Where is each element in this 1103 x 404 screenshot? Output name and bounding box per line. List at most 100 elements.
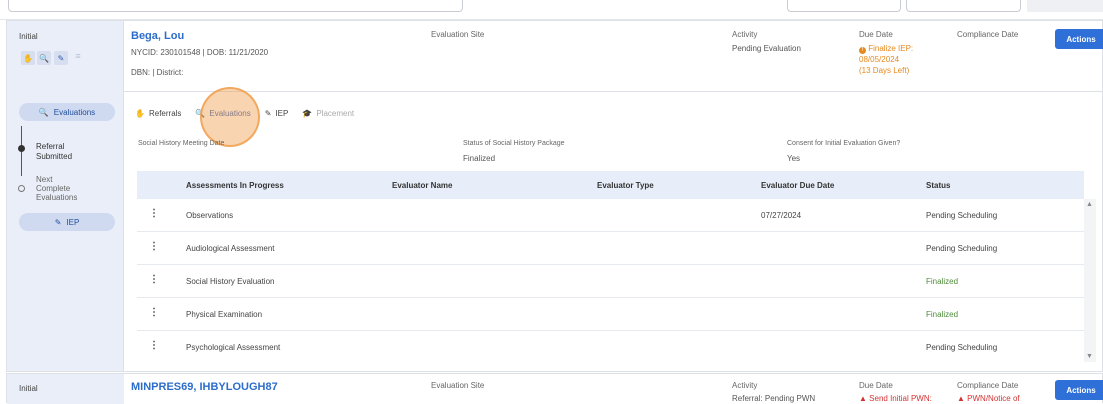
evaluations-pill[interactable]: 🔍 Evaluations xyxy=(19,103,115,121)
row-status: Pending Scheduling xyxy=(926,343,998,352)
tab-iep-label: IEP xyxy=(275,109,289,118)
stage-label: Initial xyxy=(19,32,38,41)
evaluations-pill-label: Evaluations xyxy=(53,107,96,117)
step-referral-submitted: Referral Submitted xyxy=(36,142,72,162)
iep-pill[interactable]: ✎ IEP xyxy=(19,213,115,231)
kebab-menu-icon[interactable]: ⋮ xyxy=(149,340,159,351)
status-pkg-label: Status of Social History Package xyxy=(463,140,565,147)
due-date-label-2: Due Date xyxy=(859,381,893,390)
scroll-down-icon[interactable]: ▼ xyxy=(1086,353,1093,360)
activity-value-2: Referral: Pending PWN xyxy=(732,394,816,403)
hand-icon: ✋ xyxy=(135,109,145,118)
warning-icon: ! xyxy=(859,47,866,54)
due-line2: 08/05/2024 xyxy=(859,55,900,64)
row-assessment: Observations xyxy=(186,211,234,220)
row-assessment: Social History Evaluation xyxy=(186,277,275,286)
timeline-dot-active xyxy=(18,145,25,152)
placement-icon[interactable]: ≡ xyxy=(71,51,85,65)
table-row[interactable]: ⋮ Audiological Assessment Pending Schedu… xyxy=(137,232,1084,265)
search-icon[interactable]: 🔍 xyxy=(37,51,51,65)
row-assessment: Physical Examination xyxy=(186,310,263,319)
row-status: Pending Scheduling xyxy=(926,244,998,253)
tab-iep[interactable]: ✎ IEP xyxy=(265,109,289,118)
compliance-date-label: Compliance Date xyxy=(957,30,1019,39)
activity-value: Pending Evaluation xyxy=(732,44,801,53)
top-filter-field-2[interactable] xyxy=(906,0,1021,12)
top-toolbar xyxy=(0,0,1103,20)
col-evaluator-name: Evaluator Name xyxy=(392,181,453,190)
due-line3: (13 Days Left) xyxy=(859,66,910,75)
student-name-link[interactable]: Bega, Lou xyxy=(131,30,184,42)
table-header: Assessments In Progress Evaluator Name E… xyxy=(137,171,1084,199)
iep-pill-label: IEP xyxy=(66,217,80,227)
stage-label-2: Initial xyxy=(19,384,38,393)
row-assessment: Audiological Assessment xyxy=(186,244,275,253)
table-row[interactable]: ⋮ Physical Examination Finalized xyxy=(137,298,1084,331)
consent-label: Consent for Initial Evaluation Given? xyxy=(787,140,901,147)
student-ids: NYCID: 230101548 | DOB: 11/21/2020 xyxy=(131,48,269,57)
row-assessment: Psychological Assessment xyxy=(186,343,281,352)
click-highlight xyxy=(200,87,260,147)
due-value-2: Send Initial PWN: xyxy=(869,394,932,403)
divider xyxy=(124,91,1103,92)
compliance-value-2: ▲ PWN/Notice of xyxy=(957,394,1020,403)
student-name-link-2[interactable]: MINPRES69, IHBYLOUGH87 xyxy=(131,381,278,393)
kebab-menu-icon[interactable]: ⋮ xyxy=(149,208,159,219)
eval-site-label-2: Evaluation Site xyxy=(431,381,485,390)
step1-line1: Referral xyxy=(36,142,65,151)
top-filter-field-1[interactable] xyxy=(787,0,901,12)
alert-triangle-icon: ▲ xyxy=(957,394,965,403)
compliance-date-label-2: Compliance Date xyxy=(957,381,1019,390)
tab-placement[interactable]: 🎓 Placement xyxy=(302,109,354,118)
sign-icon[interactable]: ✎ xyxy=(54,51,68,65)
activity-label: Activity xyxy=(732,30,758,39)
hand-icon[interactable]: ✋ xyxy=(21,51,35,65)
sign-icon: ✎ xyxy=(264,109,272,118)
actions-button[interactable]: Actions xyxy=(1055,29,1103,49)
kebab-menu-icon[interactable]: ⋮ xyxy=(149,274,159,285)
tab-placement-label: Placement xyxy=(316,109,355,118)
step2-line2: Complete xyxy=(36,184,71,193)
table-scrollbar[interactable]: ▲ ▼ xyxy=(1084,199,1096,362)
tab-referrals[interactable]: ✋ Referrals xyxy=(135,109,181,118)
tab-referrals-label: Referrals xyxy=(148,109,182,118)
due-date-label: Due Date xyxy=(859,30,893,39)
graduation-cap-icon: 🎓 xyxy=(302,109,313,118)
due-line1: Finalize IEP: xyxy=(868,44,914,53)
step2-line3: Evaluations xyxy=(36,193,78,202)
actions-button-2[interactable]: Actions xyxy=(1055,380,1103,400)
sign-icon: ✎ xyxy=(54,217,62,227)
row-due: 07/27/2024 xyxy=(761,211,802,220)
due-date-value: ! Finalize IEP: 08/05/2024 (13 Days Left… xyxy=(859,43,913,76)
scroll-up-icon[interactable]: ▲ xyxy=(1086,201,1093,208)
top-button[interactable] xyxy=(1027,0,1103,12)
row-status: Finalized xyxy=(926,310,959,319)
alert-triangle-icon: ▲ xyxy=(859,394,867,403)
workflow-sidebar: Initial ✋ 🔍 ✎ ≡ 🔍 Evaluations Referral S… xyxy=(7,21,124,371)
compliance-value-2-text: PWN/Notice of xyxy=(967,394,1020,403)
row-status: Finalized xyxy=(926,277,959,286)
table-row[interactable]: ⋮ Psychological Assessment Pending Sched… xyxy=(137,331,1084,364)
step1-line2: Submitted xyxy=(36,152,73,161)
student-card-2: Initial MINPRES69, IHBYLOUGH87 Evaluatio… xyxy=(6,373,1103,404)
consent-value: Yes xyxy=(787,154,801,163)
search-icon: 🔍 xyxy=(38,107,49,117)
due-date-value-2: ▲ Send Initial PWN: xyxy=(859,394,932,403)
activity-label-2: Activity xyxy=(732,381,758,390)
col-assessment: Assessments In Progress xyxy=(186,181,284,190)
assessments-table: Assessments In Progress Evaluator Name E… xyxy=(137,171,1084,364)
kebab-menu-icon[interactable]: ⋮ xyxy=(149,241,159,252)
top-search-field[interactable] xyxy=(8,0,463,12)
status-pkg-value: Finalized xyxy=(463,154,496,163)
table-row[interactable]: ⋮ Social History Evaluation Finalized xyxy=(137,265,1084,298)
step-complete-evaluations: Next Complete Evaluations xyxy=(36,175,77,202)
eval-site-label: Evaluation Site xyxy=(431,30,485,39)
col-evaluator-due-date: Evaluator Due Date xyxy=(761,181,835,190)
step2-line1: Next xyxy=(36,175,53,184)
student-dbn: DBN: | District: xyxy=(131,68,184,77)
col-evaluator-type: Evaluator Type xyxy=(597,181,654,190)
kebab-menu-icon[interactable]: ⋮ xyxy=(149,307,159,318)
timeline-dot-next xyxy=(18,185,25,192)
table-row[interactable]: ⋮ Observations 07/27/2024 Pending Schedu… xyxy=(137,199,1084,232)
social-history-label: Social History Meeting Date xyxy=(138,140,225,147)
